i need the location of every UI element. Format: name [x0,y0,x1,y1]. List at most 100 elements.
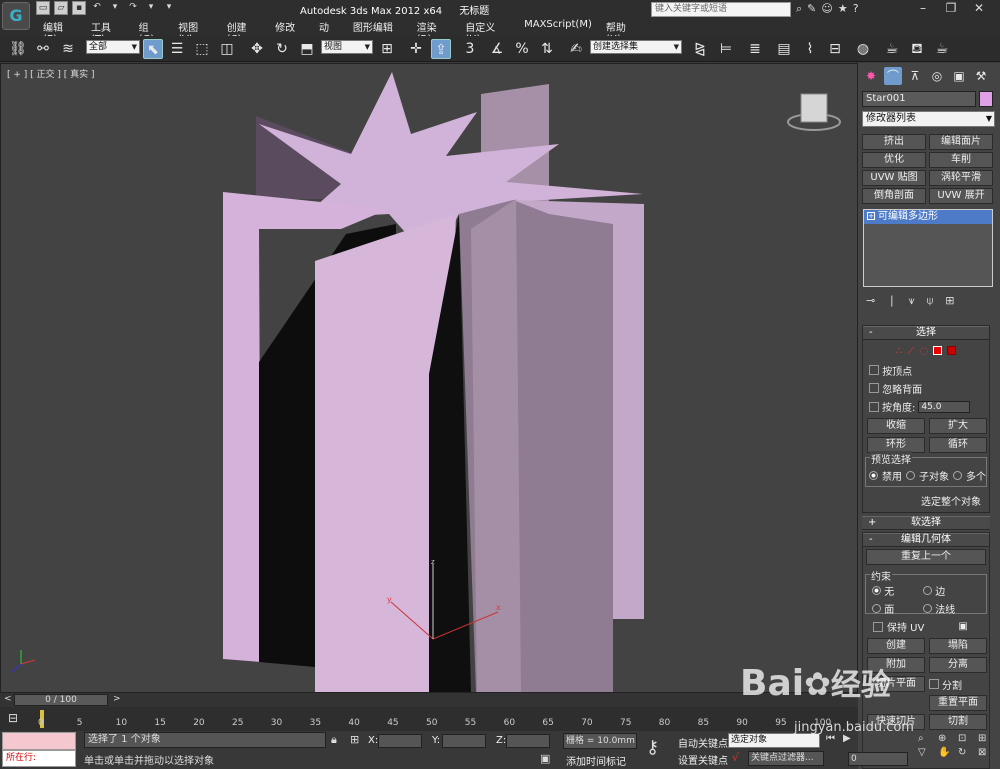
element-icon[interactable] [947,346,957,355]
menu-group[interactable]: 组(G) [132,18,171,45]
lock-selection-icon[interactable]: 🔒︎ [331,733,337,747]
zoom-icon[interactable]: ⌕ [918,733,934,744]
current-frame-field[interactable]: 0 [848,752,908,766]
auto-key-button[interactable]: 自动关键点 [678,735,728,750]
utilities-tab-icon[interactable]: ⚒ [972,67,990,85]
preview-off-radio[interactable] [869,471,878,480]
selection-filter-select[interactable]: 全部 [86,40,140,54]
named-selection-set-select[interactable]: 创建选择集 [590,40,682,54]
loop-button[interactable]: 循环 [929,437,987,453]
extrude-button[interactable]: 挤出 [862,134,926,150]
hierarchy-tab-icon[interactable]: ⊼ [906,67,924,85]
menu-tools[interactable]: 工具(T) [84,18,132,45]
key-filters-button[interactable]: 关键点过滤器... [748,751,824,766]
pivot-center-icon[interactable]: ⊞ [377,39,397,59]
perspective-viewport[interactable]: [ + ] [ 正交 ] [ 真实 ] y x z [0,63,858,693]
expand-icon[interactable]: + [867,212,875,220]
schematic-view-icon[interactable]: ⊟ [825,39,845,59]
border-icon[interactable]: ◌ [919,346,928,357]
configure-sets-icon[interactable]: ⊞ [945,294,954,308]
edge-icon[interactable]: ⟋ [907,346,914,357]
help-icon[interactable]: ? [853,2,859,16]
bevel-profile-button[interactable]: 倒角剖面 [862,188,926,204]
pan-icon[interactable]: ✋ [938,747,954,758]
remove-modifier-icon[interactable]: ⍦ [927,294,934,308]
create-tab-icon[interactable]: ✸ [862,67,880,85]
percent-snap-icon[interactable]: % [512,39,532,59]
binoculars-icon[interactable]: ⌕ [796,2,802,16]
reset-plane-button[interactable]: 重置平面 [929,695,987,711]
key-icon[interactable]: ⚷ [646,737,659,758]
vertex-icon[interactable]: ∴ [896,346,902,357]
close-icon[interactable]: ✕ [968,1,990,17]
select-manipulate-icon[interactable]: ✛ [406,39,426,59]
constraint-none-radio[interactable] [872,586,881,595]
absolute-transform-icon[interactable]: ⊞ [350,733,359,746]
angle-snap-icon[interactable]: ∡ [487,39,507,59]
tools-icon[interactable]: ✎ [807,2,816,16]
make-unique-icon[interactable]: ⩛ [908,294,914,308]
z-coordinate-field[interactable] [506,734,550,748]
display-tab-icon[interactable]: ▣ [950,67,968,85]
quick-access-dropdown-icon[interactable]: ▾ [162,1,176,15]
orbit-icon[interactable]: ↻ [958,747,974,758]
motion-tab-icon[interactable]: ◎ [928,67,946,85]
by-angle-checkbox[interactable] [869,401,879,412]
time-tag-icon[interactable]: ▣ [540,752,550,765]
save-file-icon[interactable]: ▪ [72,1,86,15]
menu-animation[interactable]: 动画 [312,18,346,49]
ignore-backfacing-checkbox[interactable] [869,383,879,393]
redo-dropdown-icon[interactable]: ▾ [144,1,158,15]
rectangle-selection-icon[interactable]: ⬚ [192,39,212,59]
maxscript-listener-bottom[interactable]: 所在行: [2,750,76,767]
lathe-button[interactable]: 车削 [929,152,993,168]
show-end-result-icon[interactable]: ❘ [887,294,896,308]
undo-icon[interactable]: ↶ [90,1,104,15]
render-setup-icon[interactable]: ☕ [882,39,902,59]
edit-geometry-header[interactable]: - 编辑几何体 [863,533,989,547]
key-selection-select[interactable]: 选定对象 [728,733,820,748]
zoom-all-icon[interactable]: ⊕ [938,733,954,744]
menu-customize[interactable]: 自定义(U) [458,18,517,45]
menu-views[interactable]: 视图(V) [171,18,219,45]
scale-icon[interactable]: ⬒ [297,39,317,59]
time-slider-thumb[interactable]: 0 / 100 [14,694,108,706]
undo-dropdown-icon[interactable]: ▾ [108,1,122,15]
cut-button[interactable]: 切割 [929,714,987,730]
grow-button[interactable]: 扩大 [929,418,987,434]
zoom-extents-all-icon[interactable]: ⊞ [978,733,994,744]
preview-subobject-radio[interactable] [906,471,915,480]
mini-curve-editor-icon[interactable]: ⊟ [8,711,18,725]
menu-edit[interactable]: 编辑(E) [36,18,84,45]
menu-help[interactable]: 帮助(H) [599,18,648,45]
keyboard-shortcut-override-icon[interactable]: ⇪ [431,39,451,59]
uvw-map-button[interactable]: UVW 贴图 [862,170,926,186]
collapse-button[interactable]: 塌陷 [929,638,987,654]
preview-multi-radio[interactable] [953,471,962,480]
maxscript-listener-top[interactable] [2,732,76,750]
preserve-uv-settings-icon[interactable]: ▣ [958,621,967,632]
zoom-extents-icon[interactable]: ⊡ [958,733,974,744]
field-of-view-icon[interactable]: ▽ [918,747,934,758]
minimize-icon[interactable]: – [912,1,934,17]
render-production-icon[interactable]: ☕ [932,39,952,59]
reference-coordinate-select[interactable]: 视图 [321,40,373,54]
star-extrusion-object[interactable]: y x z [1,64,857,692]
mirror-icon[interactable]: ⧎ [690,39,710,59]
quick-slice-button[interactable]: 快速切片 [867,714,925,730]
menu-graph-editors[interactable]: 图形编辑器 [346,18,410,49]
favorites-icon[interactable]: ★ [838,2,848,16]
window-crossing-icon[interactable]: ◫ [217,39,237,59]
object-name-field[interactable]: Star001 [862,91,976,107]
play-icon[interactable]: ▶ [843,733,851,744]
unlink-icon[interactable]: ⚯ [33,39,53,59]
keyword-search-input[interactable]: 键入关键字或短语 [651,2,791,17]
modifier-list-select[interactable]: 修改器列表 ▼ [862,111,995,127]
bind-spacewarp-icon[interactable]: ≋ [58,39,78,59]
maximize-viewport-icon[interactable]: ⊠ [978,747,994,758]
layer-manager-icon[interactable]: ≣ [745,39,765,59]
user-icon[interactable]: ☺ [821,2,832,16]
select-by-name-icon[interactable]: ☰ [167,39,187,59]
menu-maxscript[interactable]: MAXScript(M) [517,18,599,34]
constraint-face-radio[interactable] [872,604,881,613]
